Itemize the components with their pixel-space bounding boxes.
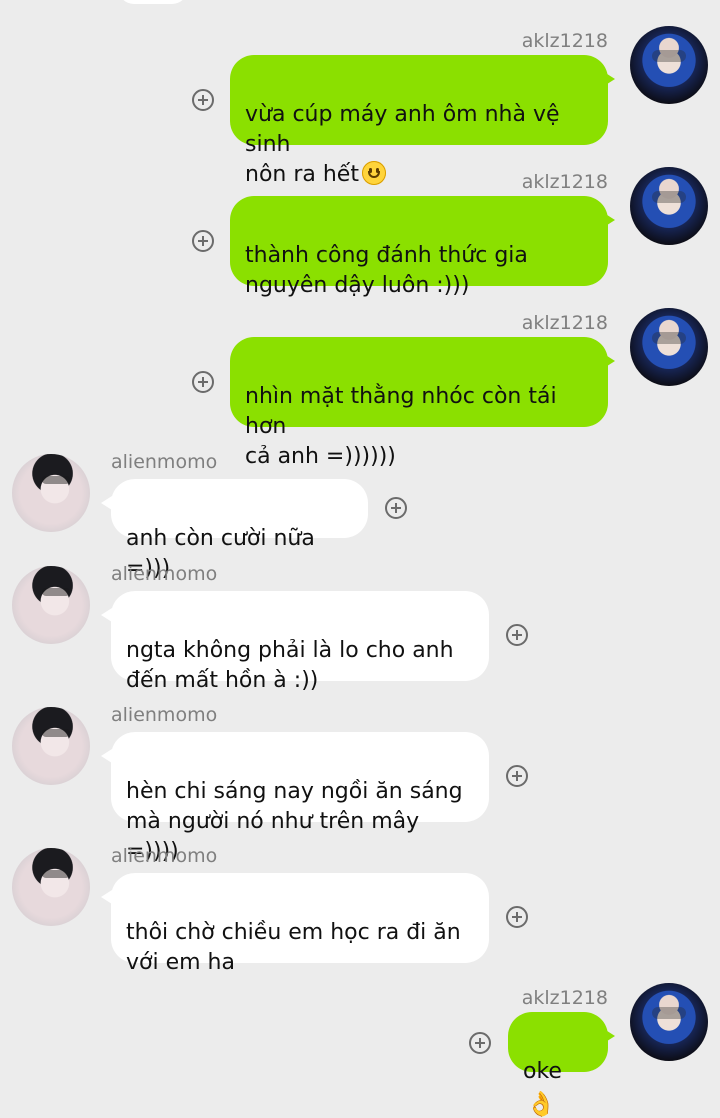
sender-name: aklz1218: [521, 30, 608, 52]
add-reaction-icon[interactable]: [192, 89, 214, 111]
ok-hand-icon: 👌: [526, 1090, 556, 1118]
message-row-outgoing: aklz1218 vừa cúp máy anh ôm nhà vệ sinh …: [0, 26, 720, 187]
message-bubble[interactable]: thôi chờ chiều em học ra đi ăn với em ha: [111, 873, 489, 975]
chat-conversation: aklz1218 vừa cúp máy anh ôm nhà vệ sinh …: [0, 0, 720, 1116]
message-row-outgoing: aklz1218 nhìn mặt thằng nhóc còn tái hơn…: [0, 308, 720, 469]
message-row-outgoing: aklz1218 thành công đánh thức gia nguyên…: [0, 167, 720, 298]
avatar-hair-icon: [42, 870, 70, 878]
message-row-incoming: alienmomo hèn chi sáng nay ngồi ăn sáng …: [0, 701, 720, 864]
sender-avatar[interactable]: [12, 566, 90, 644]
message-text: thôi chờ chiều em học ra đi ăn với em ha: [126, 920, 461, 975]
sender-avatar[interactable]: [12, 707, 90, 785]
sender-name: alienmomo: [111, 451, 218, 473]
avatar-hair-icon: [42, 729, 70, 737]
add-reaction-icon[interactable]: [506, 765, 528, 787]
avatar-hair-icon: [42, 588, 70, 596]
message-bubble[interactable]: vừa cúp máy anh ôm nhà vệ sinh nôn ra hế…: [230, 55, 608, 187]
avatar-glasses-icon: [652, 332, 686, 344]
message-row-outgoing: aklz1218 oke 👌: [0, 983, 720, 1116]
sender-name: aklz1218: [521, 312, 608, 334]
avatar-glasses-icon: [652, 191, 686, 203]
partial-message-bubble: [118, 0, 188, 4]
message-text: oke: [523, 1059, 562, 1084]
sender-name: alienmomo: [111, 563, 218, 585]
sender-name: aklz1218: [521, 171, 608, 193]
sender-name: alienmomo: [111, 704, 218, 726]
add-reaction-icon[interactable]: [506, 624, 528, 646]
avatar-hair-icon: [42, 476, 70, 484]
message-bubble[interactable]: thành công đánh thức gia nguyên dậy luôn…: [230, 196, 608, 298]
add-reaction-icon[interactable]: [506, 906, 528, 928]
avatar-glasses-icon: [652, 1007, 686, 1019]
message-text: thành công đánh thức gia nguyên dậy luôn…: [245, 243, 528, 298]
message-row-incoming: alienmomo thôi chờ chiều em học ra đi ăn…: [0, 842, 720, 975]
message-bubble[interactable]: oke 👌: [508, 1012, 608, 1116]
sender-avatar[interactable]: [12, 848, 90, 926]
message-bubble[interactable]: anh còn cười nữa =))): [111, 479, 368, 581]
message-bubble[interactable]: nhìn mặt thằng nhóc còn tái hơn cả anh =…: [230, 337, 608, 469]
sender-avatar[interactable]: [630, 983, 708, 1061]
sender-avatar[interactable]: [630, 26, 708, 104]
sender-name: aklz1218: [521, 987, 608, 1009]
sender-avatar[interactable]: [630, 167, 708, 245]
sender-avatar[interactable]: [630, 308, 708, 386]
add-reaction-icon[interactable]: [192, 371, 214, 393]
message-row-incoming: alienmomo anh còn cười nữa =))): [0, 448, 720, 581]
avatar-glasses-icon: [652, 50, 686, 62]
sender-avatar[interactable]: [12, 454, 90, 532]
message-bubble[interactable]: ngta không phải là lo cho anh đến mất hồ…: [111, 591, 489, 693]
message-bubble[interactable]: hèn chi sáng nay ngồi ăn sáng mà người n…: [111, 732, 489, 864]
add-reaction-icon[interactable]: [385, 497, 407, 519]
message-row-incoming: alienmomo ngta không phải là lo cho anh …: [0, 560, 720, 693]
sender-name: alienmomo: [111, 845, 218, 867]
message-text: ngta không phải là lo cho anh đến mất hồ…: [126, 638, 454, 693]
add-reaction-icon[interactable]: [469, 1032, 491, 1054]
add-reaction-icon[interactable]: [192, 230, 214, 252]
